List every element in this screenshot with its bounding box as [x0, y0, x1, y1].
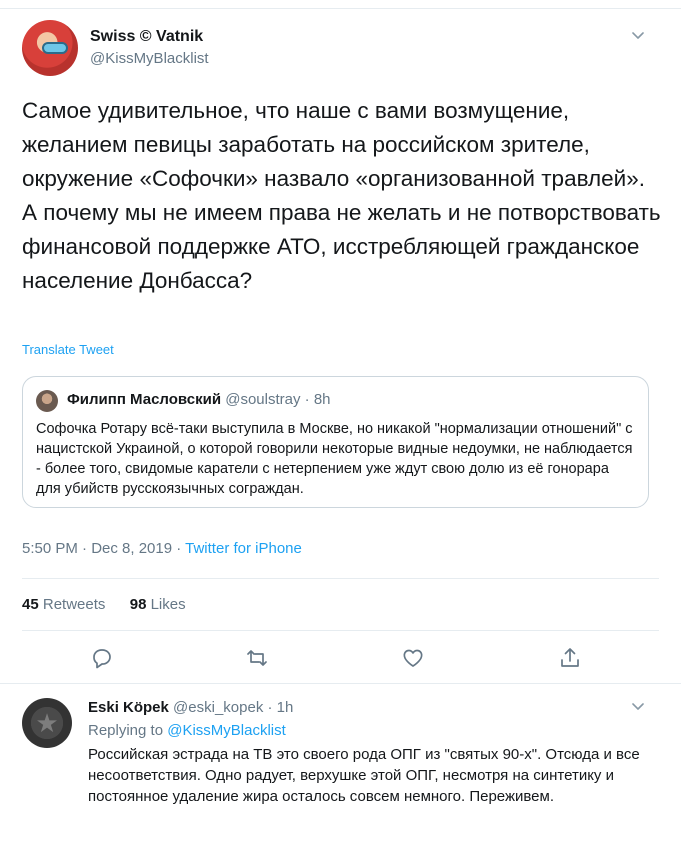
author-name[interactable]: Swiss © Vatnik — [90, 28, 209, 46]
replying-label: Replying to — [88, 722, 168, 739]
divider — [22, 578, 659, 579]
reply-author-handle[interactable]: @eski_kopek — [173, 699, 263, 716]
replying-to: Replying to @KissMyBlacklist — [88, 722, 286, 739]
reply-text: Российская эстрада на ТВ это своего рода… — [88, 746, 640, 805]
tweet-text: Самое удивительное, что наше с вами возм… — [22, 98, 661, 293]
tweet-time[interactable]: 5:50 PM · Dec 8, 2019 · — [22, 540, 185, 557]
reply-avatar[interactable]: ★ — [22, 698, 72, 748]
divider — [22, 630, 659, 631]
quote-time: · 8h — [304, 391, 331, 408]
chevron-down-icon[interactable] — [630, 27, 646, 43]
quote-header: Филипп Масловский @soulstray · 8h — [67, 391, 331, 408]
retweets-stat[interactable]: 45 Retweets — [22, 596, 105, 613]
reply-time[interactable]: · 1h — [268, 699, 294, 716]
quote-author-name: Филипп Масловский — [67, 391, 222, 408]
reply-tweet[interactable]: ★ Eski Köpek @eski_kopek · 1h Replying t… — [0, 684, 681, 841]
quote-text: Софочка Ротару всё-таки выступила в Моск… — [36, 421, 633, 497]
tweet-stats: 45 Retweets 98 Likes — [22, 596, 186, 613]
quote-avatar — [36, 390, 58, 412]
reply-header: Eski Köpek @eski_kopek · 1h — [88, 699, 293, 716]
tweet-source[interactable]: Twitter for iPhone — [185, 540, 302, 557]
reply-author-name[interactable]: Eski Köpek — [88, 699, 169, 716]
translate-tweet-link[interactable]: Translate Tweet — [22, 342, 114, 357]
quote-author-handle: @soulstray — [225, 391, 301, 408]
likes-stat[interactable]: 98 Likes — [130, 596, 186, 613]
tweet-timestamp: 5:50 PM · Dec 8, 2019 · Twitter for iPho… — [22, 540, 302, 557]
quoted-tweet[interactable]: Филипп Масловский @soulstray · 8h Софочк… — [22, 376, 649, 508]
reply-icon[interactable] — [90, 646, 114, 670]
retweet-icon[interactable] — [245, 646, 269, 670]
author-block: Swiss © Vatnik @KissMyBlacklist — [90, 28, 209, 67]
author-handle[interactable]: @KissMyBlacklist — [90, 50, 209, 67]
share-icon[interactable] — [558, 646, 582, 670]
top-divider — [0, 8, 681, 9]
replying-mention[interactable]: @KissMyBlacklist — [167, 722, 286, 739]
chevron-down-icon[interactable] — [630, 698, 646, 714]
heart-icon[interactable] — [401, 646, 425, 670]
author-avatar[interactable] — [22, 20, 78, 76]
